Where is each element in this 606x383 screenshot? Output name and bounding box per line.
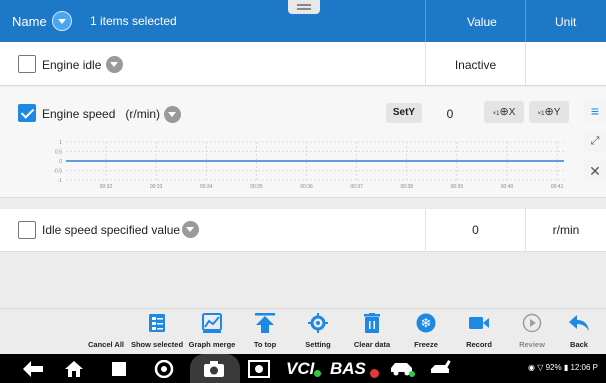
- to-top-label: To top: [253, 340, 277, 349]
- camera-icon[interactable]: [203, 360, 225, 378]
- svg-text:❄: ❄: [421, 317, 432, 332]
- setting-icon: [308, 313, 328, 333]
- bas-indicator[interactable]: BAS: [330, 359, 366, 379]
- column-divider: [525, 42, 526, 86]
- row-label: Idle speed specified value: [42, 223, 181, 237]
- car-icon[interactable]: [388, 360, 416, 378]
- record-button[interactable]: Record: [451, 311, 507, 353]
- recent-apps-icon[interactable]: [110, 360, 128, 378]
- expand-icon[interactable]: ⤢: [584, 130, 606, 152]
- system-bar: VCI BAS ◉ ▽ 92% ▮ 12:06 P: [0, 354, 606, 383]
- menu-icon[interactable]: ≡: [584, 100, 606, 122]
- vci-status-dot: [314, 370, 321, 377]
- vci-indicator[interactable]: VCI: [286, 359, 314, 379]
- x-tick-label: 00:32: [100, 184, 113, 190]
- zoom-y-label: Y: [553, 107, 561, 118]
- show-selected-label: Show selected: [130, 340, 184, 349]
- freeze-label: Freeze: [414, 340, 438, 349]
- x-tick-label: 00:36: [300, 184, 313, 190]
- x-tick-label: 00:39: [451, 184, 464, 190]
- row-value: 0: [446, 107, 454, 121]
- x-tick-label: 00:41: [551, 184, 564, 190]
- x-tick-label: 00:38: [400, 184, 413, 190]
- graph-merge-label: Graph merge: [188, 340, 236, 349]
- list-check-icon: [149, 314, 165, 332]
- back-arrow-icon: [569, 315, 589, 331]
- to-top-icon: [255, 313, 275, 333]
- unit-column-header: Unit: [555, 15, 577, 29]
- column-divider: [525, 0, 526, 42]
- to-top-button[interactable]: To top: [237, 311, 293, 353]
- y-tick-label: -1: [58, 178, 63, 184]
- name-dropdown-icon[interactable]: [52, 11, 72, 31]
- table-row[interactable]: Engine idle Inactive: [0, 42, 606, 86]
- browser-icon[interactable]: [153, 360, 175, 378]
- row-checkbox[interactable]: [18, 55, 36, 73]
- back-button[interactable]: Back: [551, 311, 606, 353]
- pull-down-handle[interactable]: [288, 0, 320, 14]
- clear-data-button[interactable]: Clear data: [344, 311, 400, 353]
- zoom-in-icon: ⊕: [544, 106, 554, 118]
- car-repair-icon[interactable]: [428, 360, 456, 378]
- selection-count: 1 items selected: [90, 14, 177, 28]
- graph-merge-button[interactable]: Graph merge: [184, 311, 240, 353]
- x-tick-label: 00:40: [501, 184, 514, 190]
- x-tick-label: 00:34: [200, 184, 213, 190]
- row-label: Engine speed (r/min): [42, 107, 161, 121]
- row-unit: r/min: [552, 223, 580, 237]
- setting-label: Setting: [305, 340, 331, 349]
- y-tick-label: 1: [59, 140, 62, 146]
- zoom-x-label: X: [508, 107, 516, 118]
- value-column-header: Value: [467, 15, 497, 29]
- status-bar-text: ◉ ▽ 92% ▮ 12:06 P: [528, 363, 599, 372]
- app-window: { "header": { "name_label": "Name", "sel…: [0, 0, 606, 383]
- x-tick-label: 00:35: [250, 184, 263, 190]
- play-circle-icon: [522, 313, 542, 333]
- trash-icon: [364, 313, 380, 333]
- y-tick-label: 0: [59, 159, 62, 165]
- row-checkbox-checked[interactable]: [18, 104, 36, 122]
- freeze-button[interactable]: ❄ Freeze: [398, 311, 454, 353]
- zoom-x-button[interactable]: ×1⊕X: [484, 101, 524, 123]
- back-nav-icon[interactable]: [22, 360, 44, 378]
- snowflake-icon: ❄: [416, 313, 436, 333]
- row-label: Engine idle: [42, 58, 102, 72]
- y-tick-label: 0.5: [55, 150, 62, 156]
- back-label: Back: [570, 340, 588, 349]
- setting-button[interactable]: Setting: [290, 311, 346, 353]
- name-column-header: Name: [12, 14, 47, 29]
- zoom-y-button[interactable]: ×1⊕Y: [529, 101, 569, 123]
- table-header: Name 1 items selected Value Unit: [0, 0, 606, 42]
- cancel-all-label: Cancel All: [88, 340, 124, 349]
- zoom-in-icon: ⊕: [499, 106, 509, 118]
- row-value: Inactive: [454, 58, 497, 72]
- graph-merge-icon: [202, 313, 222, 333]
- show-selected-button[interactable]: Show selected: [129, 311, 185, 353]
- row-dropdown-icon[interactable]: [164, 106, 181, 123]
- close-icon[interactable]: ✕: [584, 160, 606, 182]
- engine-speed-graph: 1 0.5 0 -0.5 -1 00:32 00:33 00:34 00:35 00:36 00:3…: [53, 140, 564, 190]
- clear-data-label: Clear data: [353, 340, 391, 349]
- row-dropdown-icon[interactable]: [182, 221, 199, 238]
- home-icon[interactable]: [64, 360, 84, 378]
- column-divider: [425, 0, 426, 42]
- x-tick-label: 00:33: [150, 184, 163, 190]
- screen-recorder-icon[interactable]: [248, 360, 270, 378]
- row-checkbox[interactable]: [18, 221, 36, 239]
- bottom-toolbar: Cancel All Show selected Graph merge To …: [0, 308, 606, 354]
- x-tick-label: 00:37: [350, 184, 363, 190]
- video-icon: [469, 317, 489, 329]
- row-dropdown-icon[interactable]: [106, 56, 123, 73]
- set-y-button[interactable]: SetY: [386, 103, 422, 123]
- bas-status-dot: [370, 369, 379, 378]
- y-tick-label: -0.5: [53, 169, 62, 175]
- table-row[interactable]: Idle speed specified value 0 r/min: [0, 209, 606, 252]
- cancel-all-button[interactable]: Cancel All: [78, 311, 134, 353]
- record-label: Record: [466, 340, 492, 349]
- row-value: 0: [472, 223, 479, 237]
